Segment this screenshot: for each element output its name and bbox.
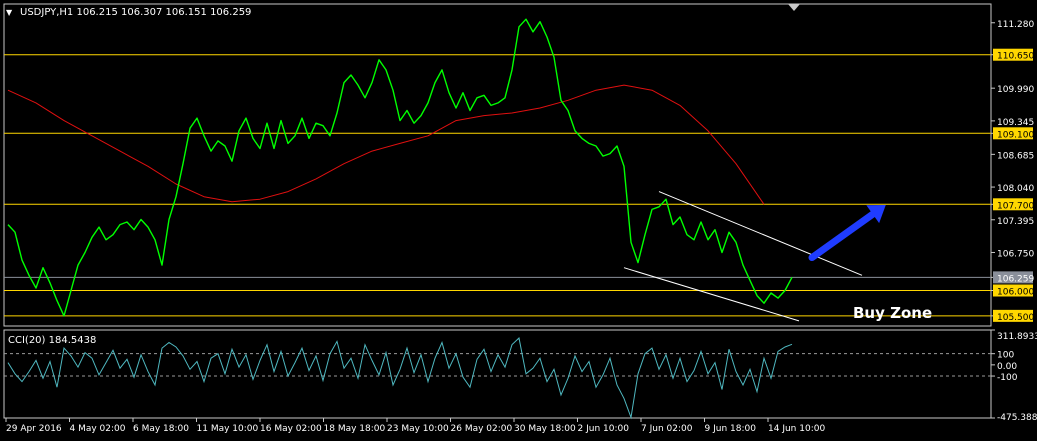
time-label: 9 Jun 18:00 [705, 424, 757, 434]
price-label: 108.685 [997, 151, 1034, 161]
time-label: 11 May 10:00 [197, 424, 259, 434]
time-label: 29 Apr 2016 [6, 424, 62, 434]
time-label: 18 May 18:00 [324, 424, 386, 434]
price-label: 106.259 [997, 274, 1034, 284]
chart-background [0, 0, 1037, 441]
price-label: 105.500 [997, 313, 1034, 323]
time-label: 7 Jun 02:00 [641, 424, 693, 434]
cci-label: 0.00 [997, 362, 1017, 372]
price-label: 110.650 [997, 52, 1034, 62]
time-label: 2 Jun 10:00 [578, 424, 630, 434]
price-label: 107.395 [997, 217, 1034, 227]
chart-canvas: 111.280 110.650 109.990 109.345 109.100 108.6… [0, 0, 1037, 441]
time-label: 4 May 02:00 [70, 424, 126, 434]
time-label: 30 May 18:00 [514, 424, 576, 434]
price-label: 106.000 [997, 288, 1034, 298]
price-label: 109.100 [997, 130, 1034, 140]
cci-label: 311.8933 [997, 332, 1037, 342]
price-label: 108.040 [997, 184, 1034, 194]
cci-label: -475.388 [997, 413, 1037, 423]
triangle-down-icon[interactable]: ▼ [6, 8, 13, 17]
cci-label: -100 [997, 373, 1018, 383]
time-label: 14 Jun 10:00 [768, 424, 825, 434]
price-label: 111.280 [997, 20, 1034, 30]
cci-title: CCI(20) 184.5438 [8, 335, 96, 346]
symbol-title: USDJPY,H1 106.215 106.307 106.151 106.25… [20, 7, 251, 18]
price-label: 109.990 [997, 85, 1034, 95]
time-label: 23 May 10:00 [387, 424, 449, 434]
time-label: 16 May 02:00 [260, 424, 322, 434]
price-label: 107.700 [997, 201, 1034, 211]
time-label: 6 May 18:00 [133, 424, 189, 434]
time-label: 26 May 02:00 [451, 424, 513, 434]
buy-zone-label: Buy Zone [853, 304, 932, 322]
price-label: 109.345 [997, 118, 1034, 128]
price-label: 106.750 [997, 249, 1034, 259]
cci-label: 100 [997, 351, 1014, 361]
